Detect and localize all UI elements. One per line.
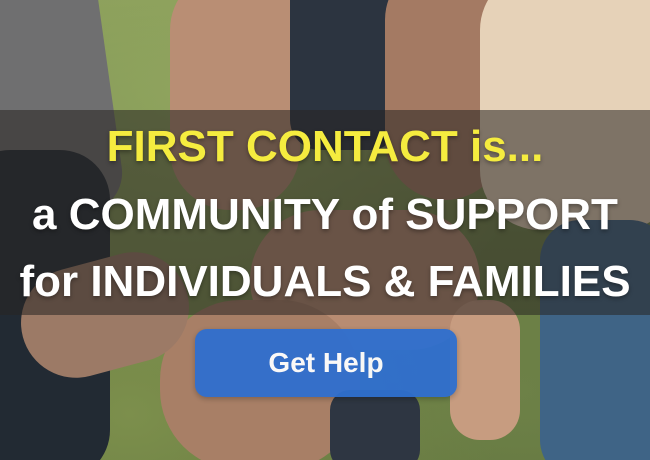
headline: FIRST CONTACT is... [106, 122, 544, 171]
get-help-button[interactable]: Get Help [195, 329, 457, 397]
sleeve-shape [330, 390, 420, 460]
arm-shape [450, 300, 520, 440]
tagline-line-2: for INDIVIDUALS & FAMILIES [19, 257, 631, 306]
tagline-line-1: a COMMUNITY of SUPPORT [32, 190, 618, 239]
hero-banner: FIRST CONTACT is... a COMMUNITY of SUPPO… [0, 0, 650, 460]
